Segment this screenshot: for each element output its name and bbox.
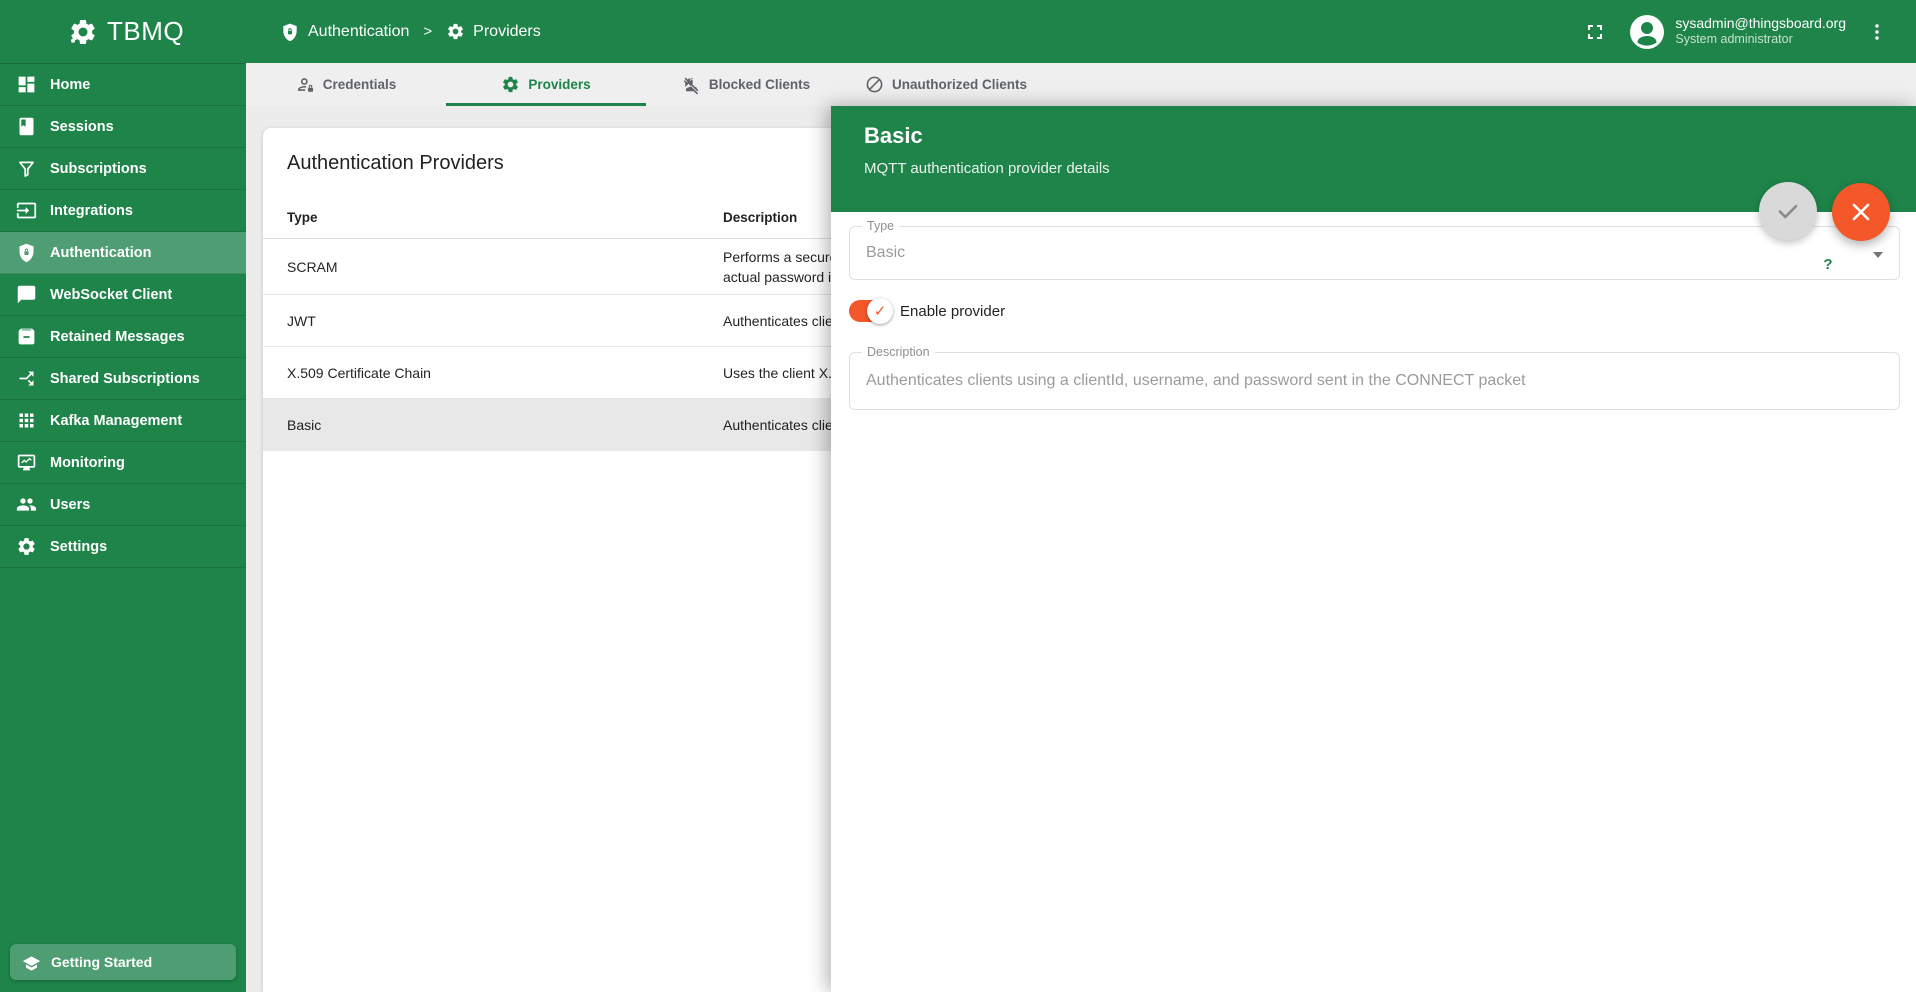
call-split-icon (16, 368, 37, 389)
gear-icon (501, 75, 520, 94)
person-lock-icon (296, 75, 315, 94)
sidebar-item-settings[interactable]: Settings (0, 526, 246, 568)
user-info[interactable]: sysadmin@thingsboard.org System administ… (1675, 15, 1846, 48)
cell-type: X.509 Certificate Chain (287, 364, 431, 381)
toggle-check-icon: ✓ (867, 298, 893, 324)
more-vert-icon[interactable] (1866, 21, 1888, 43)
tab-unauthorized-clients[interactable]: Unauthorized Clients (846, 63, 1046, 106)
block-icon (865, 75, 884, 94)
user-role: System administrator (1675, 32, 1793, 47)
tbmq-logo-icon (68, 17, 98, 47)
tab-label: Providers (528, 77, 591, 92)
cancel-close-fab-button[interactable] (1832, 183, 1890, 241)
cell-type: JWT (287, 312, 316, 329)
close-icon[interactable] (1866, 253, 1888, 275)
gear-icon (446, 22, 465, 41)
description-field[interactable]: Description Authenticates clients using … (849, 345, 1900, 410)
sidebar-item-subscriptions[interactable]: Subscriptions (0, 148, 246, 190)
breadcrumb-authentication[interactable]: Authentication (280, 22, 409, 42)
shield-lock-icon (16, 242, 37, 263)
drawer-header: Basic MQTT authentication provider detai… (831, 106, 1916, 212)
sidebar-item-shared-subscriptions[interactable]: Shared Subscriptions (0, 358, 246, 400)
archive-icon (16, 326, 37, 347)
app-title: TBMQ (107, 16, 185, 46)
sidebar-item-authentication[interactable]: Authentication (0, 232, 246, 274)
people-icon (16, 494, 37, 515)
description-field-value: Authenticates clients using a clientId, … (866, 372, 1526, 389)
shield-lock-icon (280, 22, 300, 42)
breadcrumb-label: Providers (473, 22, 541, 40)
sidebar-item-label: Users (50, 496, 91, 513)
breadcrumb-label: Authentication (308, 22, 410, 40)
sidebar-item-label: Authentication (50, 244, 152, 261)
sidebar-item-label: Retained Messages (50, 328, 185, 345)
top-bar: TBMQ Authentication > Providers sysadmin… (0, 0, 1916, 63)
book-icon (16, 116, 37, 137)
tab-providers[interactable]: Providers (446, 63, 646, 106)
tab-label: Blocked Clients (708, 77, 811, 92)
drawer-title: Basic (864, 123, 923, 148)
enable-provider-row: ✓ Enable provider (849, 298, 1005, 324)
sidebar-item-label: Monitoring (50, 454, 125, 471)
cell-type: Basic (287, 416, 322, 433)
sidebar-item-monitoring[interactable]: Monitoring (0, 442, 246, 484)
person-off-icon (682, 75, 701, 94)
breadcrumb-separator-icon: > (423, 23, 433, 40)
input-icon (16, 200, 37, 221)
column-header-type[interactable]: Type (263, 210, 723, 225)
breadcrumb-providers[interactable]: Providers (446, 22, 541, 41)
dashboard-icon (16, 74, 37, 95)
cell-type: SCRAM (287, 258, 338, 275)
sidebar-item-integrations[interactable]: Integrations (0, 190, 246, 232)
type-field-label: Type (862, 219, 900, 233)
school-icon (22, 953, 41, 972)
sidebar-item-label: Subscriptions (50, 160, 147, 177)
monitor-icon (16, 452, 37, 473)
apps-grid-icon (16, 410, 37, 431)
user-email: sysadmin@thingsboard.org (1675, 14, 1846, 31)
enable-provider-toggle[interactable]: ✓ (849, 298, 893, 324)
topbar-actions: sysadmin@thingsboard.org System administ… (1583, 14, 1916, 50)
breadcrumb: Authentication > Providers (280, 22, 541, 42)
app-logo[interactable]: TBMQ (0, 16, 246, 47)
enable-provider-label: Enable provider (900, 302, 1006, 320)
sidebar-item-sessions[interactable]: Sessions (0, 106, 246, 148)
fullscreen-icon[interactable] (1583, 20, 1607, 44)
getting-started-button[interactable]: Getting Started (10, 944, 236, 980)
sidebar-item-kafka-management[interactable]: Kafka Management (0, 400, 246, 442)
help-icon[interactable]: ? (1817, 253, 1839, 275)
tab-bar: Credentials Providers Blocked Clients Un… (246, 63, 1916, 106)
sidebar-item-retained-messages[interactable]: Retained Messages (0, 316, 246, 358)
description-field-label: Description (862, 345, 935, 359)
tab-credentials[interactable]: Credentials (246, 63, 446, 106)
type-field-value: Basic (866, 244, 906, 261)
sidebar-item-label: Integrations (50, 202, 133, 219)
avatar[interactable] (1629, 14, 1665, 50)
sidebar-item-users[interactable]: Users (0, 484, 246, 526)
getting-started-label: Getting Started (51, 954, 153, 970)
apply-check-fab-button[interactable] (1759, 182, 1817, 240)
sidebar: Home Sessions Subscriptions Integrations… (0, 63, 246, 992)
type-select-field[interactable]: Type Basic (849, 219, 1900, 280)
tab-label: Credentials (322, 77, 397, 92)
sidebar-item-label: Settings (50, 538, 108, 555)
drawer-subtitle: MQTT authentication provider details (864, 160, 1110, 177)
sidebar-item-websocket-client[interactable]: WebSocket Client (0, 274, 246, 316)
tab-label: Unauthorized Clients (891, 77, 1027, 92)
sidebar-item-label: Kafka Management (50, 412, 183, 429)
sidebar-item-label: Shared Subscriptions (50, 370, 200, 387)
gear-icon (16, 536, 37, 557)
chat-icon (16, 284, 37, 305)
tab-blocked-clients[interactable]: Blocked Clients (646, 63, 846, 106)
sidebar-item-label: WebSocket Client (50, 286, 173, 303)
sidebar-item-label: Sessions (50, 118, 114, 135)
sidebar-item-home[interactable]: Home (0, 64, 246, 106)
filter-icon (16, 158, 37, 179)
provider-details-drawer: Basic MQTT authentication provider detai… (831, 106, 1916, 992)
sidebar-item-label: Home (50, 76, 91, 93)
